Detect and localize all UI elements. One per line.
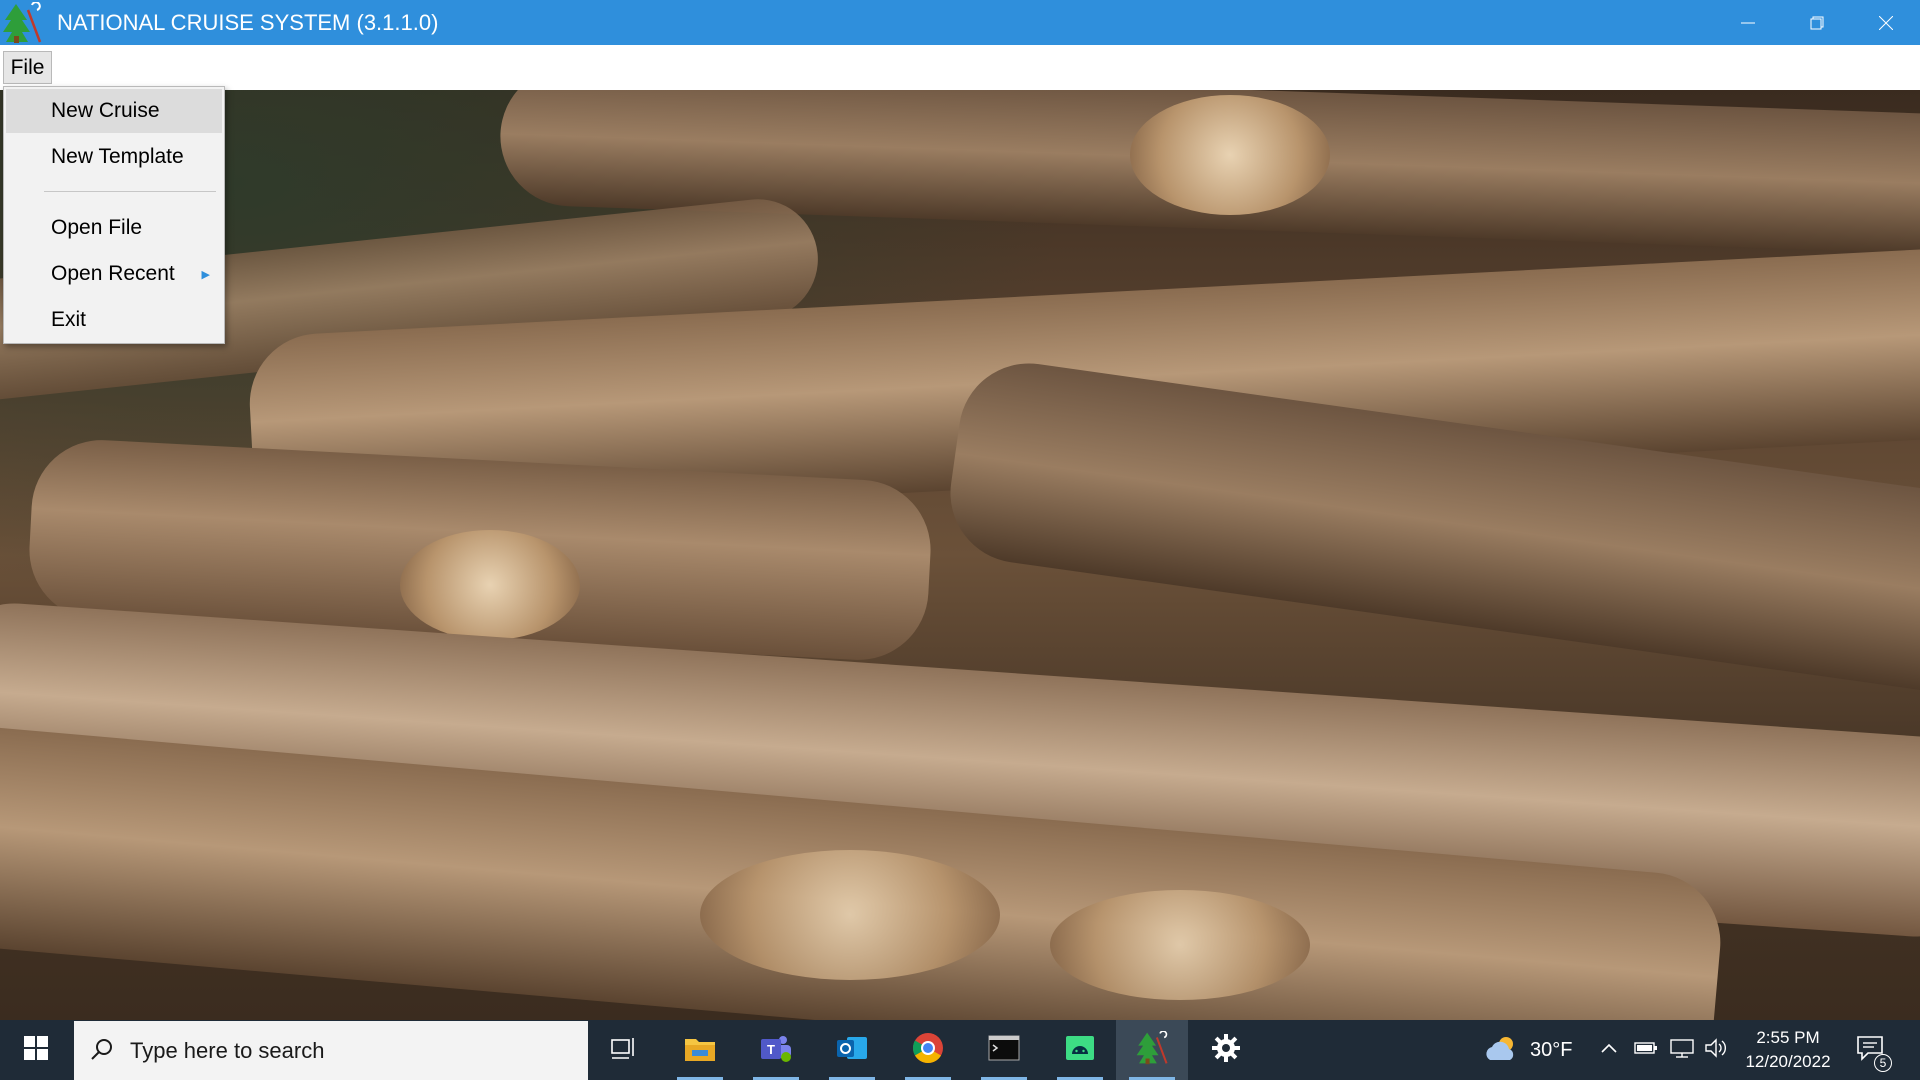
terminal-button[interactable] <box>968 1020 1040 1080</box>
teams-button[interactable]: T <box>740 1020 812 1080</box>
window-controls <box>1713 0 1920 45</box>
submenu-arrow-icon: ▶ <box>201 268 210 281</box>
national-cruise-button[interactable] <box>1116 1020 1188 1080</box>
weather-temperature: 30°F <box>1530 1038 1573 1061</box>
search-placeholder: Type here to search <box>130 1037 325 1063</box>
file-dropdown-menu: New Cruise New Template Open File Open R… <box>3 86 225 344</box>
close-icon <box>1878 11 1893 35</box>
show-hidden-icons-button[interactable] <box>1600 1020 1618 1080</box>
notifications-button[interactable]: 5 <box>1856 1020 1892 1080</box>
clock-time: 2:55 PM <box>1756 1028 1820 1047</box>
tree-icon[interactable] <box>0 0 44 45</box>
window-title: NATIONAL CRUISE SYSTEM (3.1.1.0) <box>57 9 439 35</box>
chrome-icon <box>912 1032 944 1068</box>
national-cruise-icon <box>1135 1030 1169 1069</box>
menu-item-label: Open File <box>51 216 143 239</box>
title-bar: NATIONAL CRUISE SYSTEM (3.1.1.0) <box>0 0 1920 45</box>
task-view-button[interactable] <box>588 1020 660 1080</box>
terminal-icon <box>988 1035 1020 1065</box>
notification-count-badge: 5 <box>1874 1053 1892 1072</box>
menu-item-label: Open Recent <box>51 262 175 285</box>
minimize-button[interactable] <box>1713 0 1782 45</box>
battery-button[interactable] <box>1634 1020 1658 1080</box>
file-explorer-button[interactable] <box>664 1020 736 1080</box>
minimize-icon <box>1740 11 1755 35</box>
network-icon <box>1670 1038 1694 1063</box>
svg-text:T: T <box>767 1042 775 1057</box>
menu-item-new-cruise[interactable]: New Cruise <box>6 89 222 133</box>
start-button[interactable] <box>0 1020 72 1080</box>
taskbar: Type here to search T 30°F 2:55 PM 12/20… <box>0 1020 1920 1080</box>
chrome-button[interactable] <box>892 1020 964 1080</box>
clock[interactable]: 2:55 PM 12/20/2022 <box>1730 1026 1846 1074</box>
menu-bar: File <box>0 45 1920 90</box>
cloudy-weather-icon <box>1482 1034 1522 1067</box>
volume-button[interactable] <box>1704 1020 1728 1080</box>
settings-button[interactable] <box>1190 1020 1262 1080</box>
close-button[interactable] <box>1851 0 1920 45</box>
menu-separator <box>44 191 216 192</box>
chevron-up-icon <box>1600 1041 1618 1059</box>
restore-icon <box>1810 11 1824 35</box>
file-menu-button[interactable]: File <box>3 51 52 84</box>
outlook-icon <box>835 1033 869 1067</box>
battery-icon <box>1634 1040 1658 1061</box>
notification-icon: 5 <box>1856 1035 1892 1072</box>
clock-date: 12/20/2022 <box>1745 1052 1831 1071</box>
settings-icon <box>1211 1033 1241 1067</box>
background-image-logs <box>0 90 1920 1020</box>
weather-widget[interactable]: 30°F <box>1482 1020 1572 1080</box>
windows-logo-icon <box>24 1036 48 1064</box>
menu-item-label: New Cruise <box>51 99 160 122</box>
menu-item-open-file[interactable]: Open File <box>6 206 222 250</box>
restore-button[interactable] <box>1782 0 1851 45</box>
volume-icon <box>1704 1037 1728 1063</box>
android-studio-icon <box>1064 1034 1096 1066</box>
task-view-icon <box>611 1036 637 1064</box>
search-box[interactable]: Type here to search <box>74 1021 588 1080</box>
search-icon <box>90 1037 114 1065</box>
menu-item-new-template[interactable]: New Template <box>6 135 222 179</box>
network-button[interactable] <box>1670 1020 1694 1080</box>
file-explorer-icon <box>684 1034 716 1066</box>
outlook-button[interactable] <box>816 1020 888 1080</box>
teams-icon: T <box>759 1033 793 1067</box>
menu-item-label: New Template <box>51 145 184 168</box>
menu-item-exit[interactable]: Exit <box>6 298 222 342</box>
menu-item-label: Exit <box>51 308 87 331</box>
android-studio-button[interactable] <box>1044 1020 1116 1080</box>
menu-item-open-recent[interactable]: Open Recent ▶ <box>6 252 222 296</box>
